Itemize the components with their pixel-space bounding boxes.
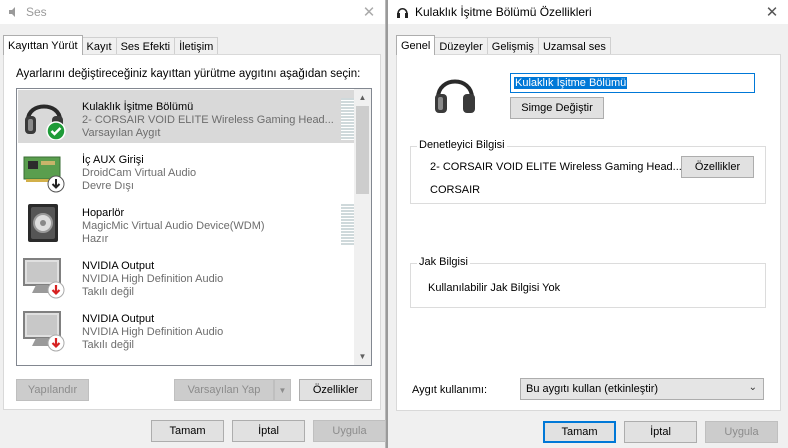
tab-playback[interactable]: Kayıttan Yürüt bbox=[3, 35, 83, 55]
jack-info-legend: Jak Bilgisi bbox=[417, 256, 470, 268]
list-item[interactable]: NVIDIA Output NVIDIA High Definition Aud… bbox=[18, 249, 356, 302]
apply-button[interactable]: Uygula bbox=[705, 421, 778, 443]
tab-levels[interactable]: Düzeyler bbox=[434, 37, 488, 55]
window-title: Ses bbox=[26, 5, 47, 19]
tab-spatial-sound[interactable]: Uzamsal ses bbox=[537, 37, 611, 55]
device-name-value: Kulaklık İşitme Bölümü bbox=[514, 77, 628, 89]
apply-button[interactable]: Uygula bbox=[313, 420, 386, 442]
headset-app-icon bbox=[397, 7, 408, 18]
configure-button[interactable]: Yapılandır bbox=[16, 379, 89, 401]
scrollbar-thumb[interactable] bbox=[356, 106, 369, 194]
device-status: Hazır bbox=[82, 233, 109, 245]
volume-meter bbox=[341, 204, 354, 246]
device-name: NVIDIA Output bbox=[82, 313, 155, 325]
chevron-down-icon: ⌄ bbox=[748, 382, 757, 393]
instruction-text: Ayarlarını değiştireceğiniz kayıttan yür… bbox=[16, 68, 361, 80]
device-description: MagicMic Virtual Audio Device(WDM) bbox=[82, 220, 265, 232]
device-usage-label: Aygıt kullanımı: bbox=[412, 384, 487, 396]
list-item[interactable]: Kulaklık İşitme Bölümü 2- CORSAIR VOID E… bbox=[18, 90, 356, 143]
window-title: Kulaklık İşitme Bölümü Özellikleri bbox=[415, 5, 592, 19]
jack-info-text: Kullanılabilir Jak Bilgisi Yok bbox=[428, 282, 561, 294]
sound-card-icon bbox=[23, 156, 65, 193]
change-icon-button[interactable]: Simge Değiştir bbox=[510, 97, 604, 119]
chevron-down-icon: ▼ bbox=[278, 385, 287, 395]
ok-button[interactable]: Tamam bbox=[543, 421, 616, 443]
device-name: Kulaklık İşitme Bölümü bbox=[82, 101, 194, 113]
properties-tabs: Genel Düzeyler Gelişmiş Uzamsal ses bbox=[396, 35, 611, 55]
scroll-down-icon[interactable]: ▼ bbox=[354, 348, 371, 365]
tab-communications[interactable]: İletişim bbox=[174, 37, 219, 55]
device-list[interactable]: Kulaklık İşitme Bölümü 2- CORSAIR VOID E… bbox=[16, 88, 372, 366]
ok-button[interactable]: Tamam bbox=[151, 420, 224, 442]
close-icon[interactable]: ✕ bbox=[762, 2, 782, 22]
device-description: NVIDIA High Definition Audio bbox=[82, 326, 224, 338]
device-description: DroidCam Virtual Audio bbox=[82, 167, 197, 179]
list-item[interactable]: Hoparlör MagicMic Virtual Audio Device(W… bbox=[18, 196, 356, 249]
scroll-up-icon[interactable]: ▲ bbox=[354, 89, 371, 106]
device-name-input[interactable]: Kulaklık İşitme Bölümü bbox=[510, 73, 755, 93]
speaker-app-icon bbox=[9, 7, 15, 17]
speaker-icon bbox=[28, 204, 58, 242]
sound-dialog: Ses ✕ Kayıttan Yürüt Kayıt Ses Efekti İl… bbox=[0, 0, 386, 448]
device-name: İç AUX Girişi bbox=[82, 154, 144, 166]
tab-advanced[interactable]: Gelişmiş bbox=[486, 37, 539, 55]
controller-info-legend: Denetleyici Bilgisi bbox=[417, 139, 507, 151]
device-name: Hoparlör bbox=[82, 207, 125, 219]
device-name: NVIDIA Output bbox=[82, 260, 155, 272]
volume-meter bbox=[341, 98, 354, 140]
cancel-button[interactable]: İptal bbox=[624, 421, 697, 443]
tab-recording[interactable]: Kayıt bbox=[81, 37, 117, 55]
monitor-icon bbox=[23, 258, 65, 299]
tab-general[interactable]: Genel bbox=[396, 35, 436, 55]
headset-icon bbox=[435, 79, 475, 113]
device-status: Devre Dışı bbox=[82, 180, 134, 192]
controller-device-text: 2- CORSAIR VOID ELITE Wireless Gaming He… bbox=[430, 161, 682, 173]
cancel-button[interactable]: İptal bbox=[232, 420, 305, 442]
properties-titlebar: Kulaklık İşitme Bölümü Özellikleri ✕ bbox=[388, 0, 788, 24]
controller-manufacturer-text: CORSAIR bbox=[430, 184, 481, 196]
controller-properties-button[interactable]: Özellikler bbox=[681, 156, 754, 178]
headset-icon bbox=[25, 104, 66, 140]
set-default-dropdown[interactable]: ▼ bbox=[274, 379, 291, 401]
device-usage-select[interactable]: Bu aygıtı kullan (etkinleştir) ⌄ bbox=[520, 378, 764, 400]
device-usage-value: Bu aygıtı kullan (etkinleştir) bbox=[526, 383, 659, 395]
properties-button[interactable]: Özellikler bbox=[299, 379, 372, 401]
tab-sound-effects[interactable]: Ses Efekti bbox=[115, 37, 176, 55]
device-description: 2- CORSAIR VOID ELITE Wireless Gaming He… bbox=[82, 114, 334, 126]
device-status: Takılı değil bbox=[82, 339, 134, 351]
device-status: Varsayılan Aygıt bbox=[82, 127, 161, 139]
list-item[interactable]: İç AUX Girişi DroidCam Virtual Audio Dev… bbox=[18, 143, 356, 196]
set-default-button[interactable]: Varsayılan Yap bbox=[174, 379, 274, 401]
device-description: NVIDIA High Definition Audio bbox=[82, 273, 224, 285]
list-item[interactable]: NVIDIA Output NVIDIA High Definition Aud… bbox=[18, 302, 356, 355]
sound-titlebar: Ses ✕ bbox=[0, 0, 385, 24]
device-status: Takılı değil bbox=[82, 286, 134, 298]
monitor-icon bbox=[23, 311, 65, 352]
sound-tabs: Kayıttan Yürüt Kayıt Ses Efekti İletişim bbox=[3, 35, 219, 55]
device-list-scrollbar[interactable]: ▲ ▼ bbox=[354, 89, 371, 365]
close-icon[interactable]: ✕ bbox=[359, 2, 379, 22]
